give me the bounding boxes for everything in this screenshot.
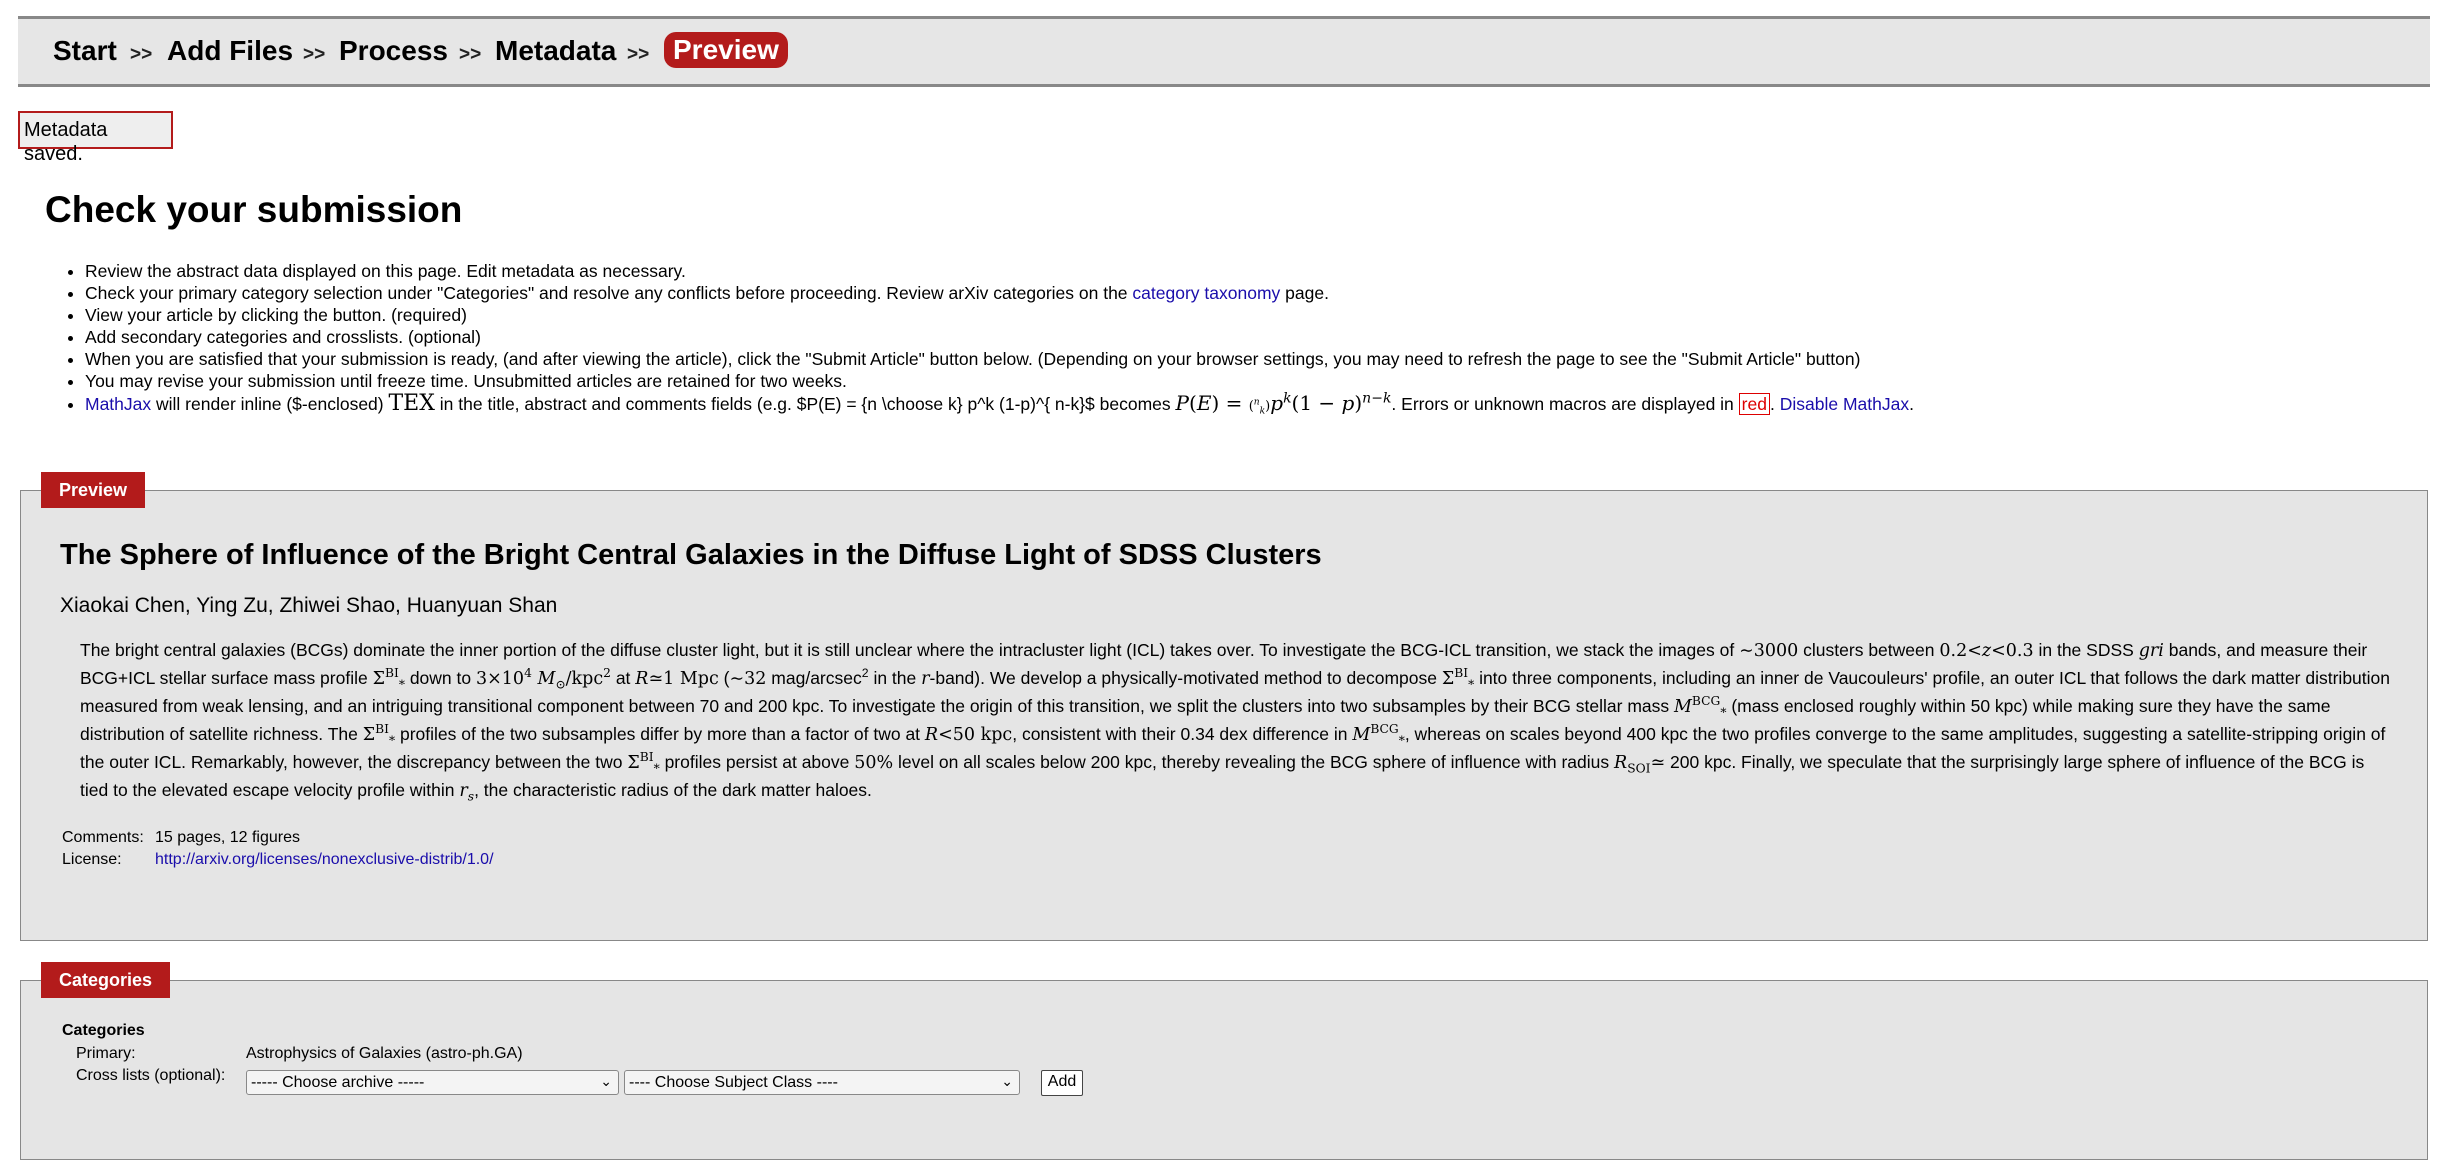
breadcrumb-separator: >>	[130, 44, 153, 65]
preview-legend: Preview	[41, 472, 146, 508]
preview-panel: Preview The Sphere of Influence of the B…	[20, 472, 2428, 941]
breadcrumb-separator: >>	[627, 44, 650, 65]
categories-panel: Categories Categories Primary: Astrophys…	[20, 962, 2428, 1160]
progress-breadcrumb: Start >> Add Files >> Process >> Metadat…	[18, 16, 2430, 87]
flash-message: Metadata saved.	[18, 111, 173, 165]
disable-mathjax-link[interactable]: Disable MathJax	[1780, 394, 1909, 414]
categories-legend: Categories	[41, 962, 171, 998]
crosslist-label: Cross lists (optional):	[76, 1067, 226, 1084]
red-error-example: red	[1738, 393, 1770, 415]
breadcrumb-separator: >>	[303, 44, 326, 65]
article-abstract: The bright central galaxies (BCGs) domin…	[80, 640, 2391, 804]
instructions-list: Review the abstract data displayed on th…	[45, 260, 2425, 418]
comments-value: 15 pages, 12 figures	[155, 829, 300, 846]
list-item: Review the abstract data displayed on th…	[85, 260, 2425, 282]
math-example-rendered: P(E) = (nk)pk(1 − p)n−k	[1175, 390, 1392, 417]
add-crosslist-button[interactable]: Add	[1041, 1070, 1083, 1096]
list-item: Check your primary category selection un…	[85, 282, 2425, 304]
list-item: Add secondary categories and crosslists.…	[85, 326, 2425, 348]
article-authors: Xiaokai Chen, Ying Zu, Zhiwei Shao, Huan…	[60, 594, 558, 617]
chevron-down-icon: ⌄	[1001, 1073, 1013, 1089]
license-row: License: http://arxiv.org/licenses/nonexc…	[62, 851, 494, 868]
primary-label: Primary:	[76, 1045, 136, 1062]
categories-heading: Categories	[62, 1022, 145, 1039]
list-item: MathJax will render inline ($-enclosed) …	[85, 390, 2425, 418]
mathjax-link[interactable]: MathJax	[85, 394, 151, 414]
category-taxonomy-link[interactable]: category taxonomy	[1132, 283, 1280, 303]
archive-select[interactable]: ----- Choose archive ----- ⌄	[246, 1070, 619, 1095]
primary-category: Astrophysics of Galaxies (astro-ph.GA)	[246, 1045, 523, 1062]
step-add-files[interactable]: Add Files	[167, 35, 293, 67]
page-title: Check your submission	[45, 189, 463, 230]
chevron-down-icon: ⌄	[600, 1073, 612, 1089]
subject-class-select[interactable]: ---- Choose Subject Class ---- ⌄	[624, 1070, 1020, 1095]
step-start[interactable]: Start	[53, 35, 117, 67]
step-preview-active: Preview	[664, 32, 788, 68]
list-item: View your article by clicking the button…	[85, 304, 2425, 326]
article-title: The Sphere of Influence of the Bright Ce…	[60, 539, 1322, 571]
comments-row: Comments: 15 pages, 12 figures	[62, 829, 300, 846]
step-process[interactable]: Process	[339, 35, 448, 67]
breadcrumb-separator: >>	[459, 44, 482, 65]
license-link[interactable]: http://arxiv.org/licenses/nonexclusive-d…	[155, 851, 494, 868]
list-item: When you are satisfied that your submiss…	[85, 348, 2425, 370]
step-metadata[interactable]: Metadata	[495, 35, 616, 67]
tex-logo: TEX	[388, 391, 435, 416]
list-item: You may revise your submission until fre…	[85, 370, 2425, 392]
